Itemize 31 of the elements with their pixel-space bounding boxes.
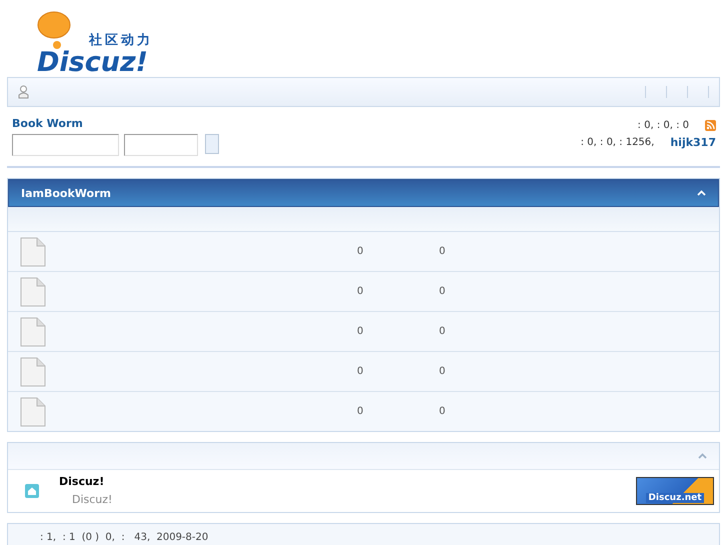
document-icon <box>20 236 46 266</box>
username-field[interactable] <box>12 134 119 156</box>
rss-icon[interactable] <box>705 120 716 131</box>
category-title[interactable]: IamBookWorm <box>21 186 111 200</box>
post-count: 0 <box>438 246 446 257</box>
document-icon <box>20 396 46 426</box>
stats-text: : 0, : 0, : 1256, <box>580 137 654 148</box>
document-icon <box>20 356 46 386</box>
discuz-logo: 社区动力 Discuz! <box>37 5 167 77</box>
stats-text: : 0, : 0, : 0 <box>638 120 689 131</box>
document-icon <box>20 316 46 346</box>
password-field[interactable] <box>124 134 198 156</box>
post-count: 0 <box>438 326 446 337</box>
post-count: 0 <box>438 406 446 417</box>
link-name[interactable]: Discuz! <box>59 475 636 488</box>
document-icon <box>20 276 46 306</box>
post-count: 0 <box>438 286 446 297</box>
topic-count: 0 <box>356 286 364 297</box>
topic-count: 0 <box>356 406 364 417</box>
username-link[interactable]: hijk317 <box>670 136 716 149</box>
discuz-banner[interactable]: Discuz.net <box>636 476 714 504</box>
topic-count: 0 <box>356 246 364 257</box>
home-icon <box>25 484 39 498</box>
user-icon <box>18 85 29 99</box>
post-count: 0 <box>438 366 446 377</box>
login-button[interactable] <box>205 134 219 154</box>
topic-count: 0 <box>356 366 364 377</box>
forum-name: Book Worm <box>12 117 84 130</box>
link-description: Discuz! <box>72 493 114 506</box>
topic-count: 0 <box>356 326 364 337</box>
online-summary: : 1, : 1 (0 ) 0, : 43, 2009-8-20 <box>7 523 720 545</box>
